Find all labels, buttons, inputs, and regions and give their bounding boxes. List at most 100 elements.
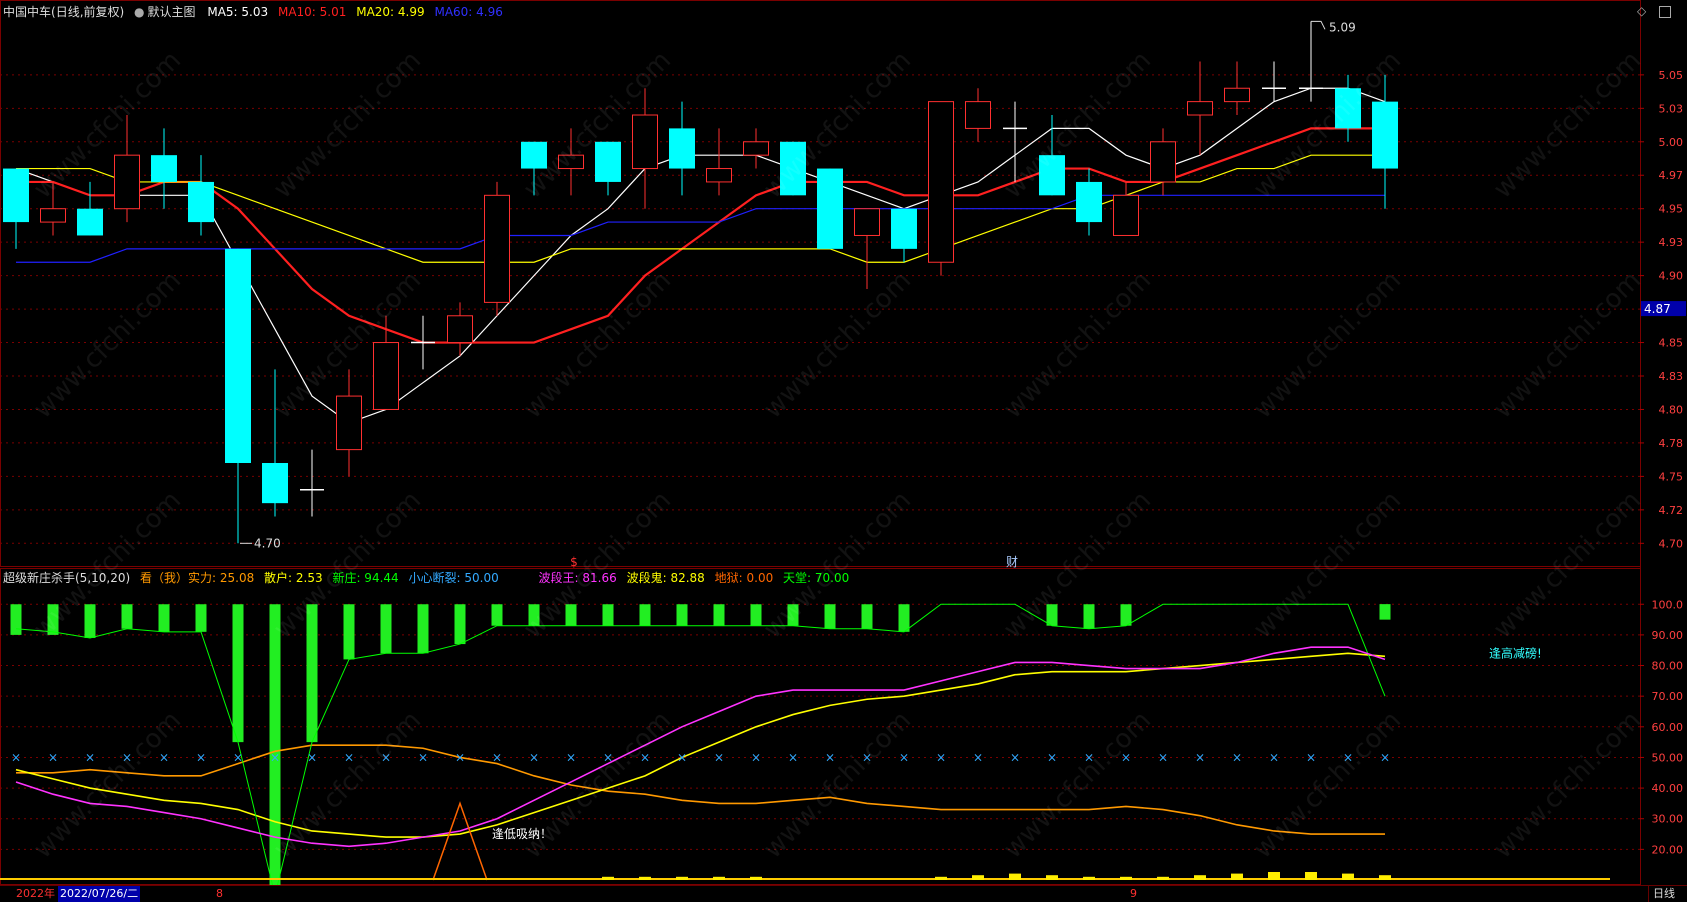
candle-body [965, 101, 991, 129]
window-controls: ◇ [1623, 4, 1687, 20]
break-marker: × [196, 750, 206, 764]
yellow-bar [1342, 873, 1354, 880]
green-bar [602, 604, 614, 626]
break-marker: × [381, 750, 391, 764]
yellow-bar [1268, 872, 1280, 880]
green-bar [84, 604, 96, 638]
candle [706, 128, 732, 196]
candle-body [1335, 88, 1361, 129]
candle [151, 128, 177, 209]
period-tab[interactable]: 日线 [1648, 886, 1675, 902]
date-label: 2022/07/26/二 [58, 886, 141, 902]
price-tick-label: 4.72 [1659, 504, 1684, 517]
candle [817, 168, 843, 249]
stock-chart-canvas[interactable]: 5.055.035.004.974.954.934.904.884.854.83… [0, 0, 1687, 901]
month-9-label: 9 [1130, 887, 1137, 900]
break-marker: × [973, 750, 983, 764]
break-marker: × [825, 750, 835, 764]
candle [1262, 61, 1286, 102]
candle [1003, 101, 1027, 182]
break-marker: × [529, 750, 539, 764]
candle-body [336, 395, 362, 451]
green-bar [1379, 604, 1391, 620]
indicator-tick-label: 50.00 [1652, 751, 1684, 764]
candle [300, 449, 324, 517]
diamond-icon[interactable]: ◇ [1637, 4, 1646, 18]
candle-body [77, 208, 103, 236]
break-marker: × [418, 750, 428, 764]
candle-body [225, 248, 251, 464]
ma-line-ma5 [15, 87, 1386, 424]
break-marker: × [270, 750, 280, 764]
ma60-value: MA60: 4.96 [434, 5, 503, 19]
ind-strength: 看（我）实力: 25.08 [140, 571, 255, 585]
green-bar [898, 604, 910, 632]
break-marker: × [788, 750, 798, 764]
ma10-value: MA10: 5.01 [277, 5, 347, 19]
break-marker: × [677, 750, 687, 764]
green-bar [417, 604, 429, 654]
break-marker: × [566, 750, 576, 764]
break-marker: × [1232, 750, 1242, 764]
candle [373, 315, 399, 410]
ma20-value: MA20: 4.99 [356, 5, 425, 19]
circle-icon[interactable]: ● [134, 5, 144, 19]
candle [965, 88, 991, 142]
candle [188, 155, 214, 236]
break-marker: × [1306, 750, 1316, 764]
high-price-label: 5.09 [1329, 20, 1356, 34]
candle [1113, 181, 1139, 236]
green-bar [1120, 604, 1132, 626]
green-bar [343, 604, 355, 660]
break-marker: × [899, 750, 909, 764]
price-tick-label: 5.03 [1659, 102, 1684, 115]
yellow-bar [935, 876, 947, 880]
candle [521, 141, 547, 196]
hell-spike [432, 801, 488, 881]
main-chart-name[interactable]: 默认主图 [148, 5, 196, 19]
yellow-bar [1046, 875, 1058, 880]
stock-name[interactable]: 中国中车 [3, 5, 51, 19]
candle [669, 101, 695, 196]
green-bar [232, 604, 244, 743]
green-bar [195, 604, 207, 632]
candle-body [817, 168, 843, 249]
indicator-tick-label: 60.00 [1652, 721, 1684, 734]
ind-new-dealer: 新庄: 94.44 [332, 571, 399, 585]
ind-wave-king: 波段王: 81.66 [538, 571, 617, 585]
break-marker: × [344, 750, 354, 764]
ind-hell: 地狱: 0.00 [714, 571, 774, 585]
candle [484, 181, 510, 316]
yellow-bar [1305, 872, 1317, 880]
candle-body [891, 208, 917, 249]
restore-icon[interactable] [1659, 6, 1671, 18]
green-bar [787, 604, 799, 626]
break-marker: × [233, 750, 243, 764]
candle [114, 115, 140, 223]
candle-body [3, 168, 29, 223]
yellow-bar [713, 876, 725, 880]
break-marker: × [862, 750, 872, 764]
green-bar [491, 604, 503, 626]
indicator-name[interactable]: 超级新庄杀手(5,10,20) [3, 571, 130, 585]
candle [928, 101, 954, 276]
low-price-label: 4.70 [254, 536, 281, 550]
candle [1076, 168, 1102, 236]
price-tick-label: 4.80 [1659, 403, 1684, 416]
break-marker: × [122, 750, 132, 764]
green-bar [10, 604, 22, 635]
break-marker: × [1380, 750, 1390, 764]
candle [854, 208, 880, 290]
break-marker: × [1084, 750, 1094, 764]
break-marker: × [640, 750, 650, 764]
green-bar [380, 604, 392, 654]
yellow-bar [1083, 876, 1095, 880]
candle-body [1076, 181, 1102, 223]
yellow-bar [1157, 876, 1169, 880]
break-marker: × [492, 750, 502, 764]
indicator-tick-label: 30.00 [1652, 813, 1684, 826]
yellow-bar [639, 876, 651, 880]
green-bar [121, 604, 133, 629]
green-bar [750, 604, 762, 626]
ma-line-ma60 [16, 194, 1385, 263]
